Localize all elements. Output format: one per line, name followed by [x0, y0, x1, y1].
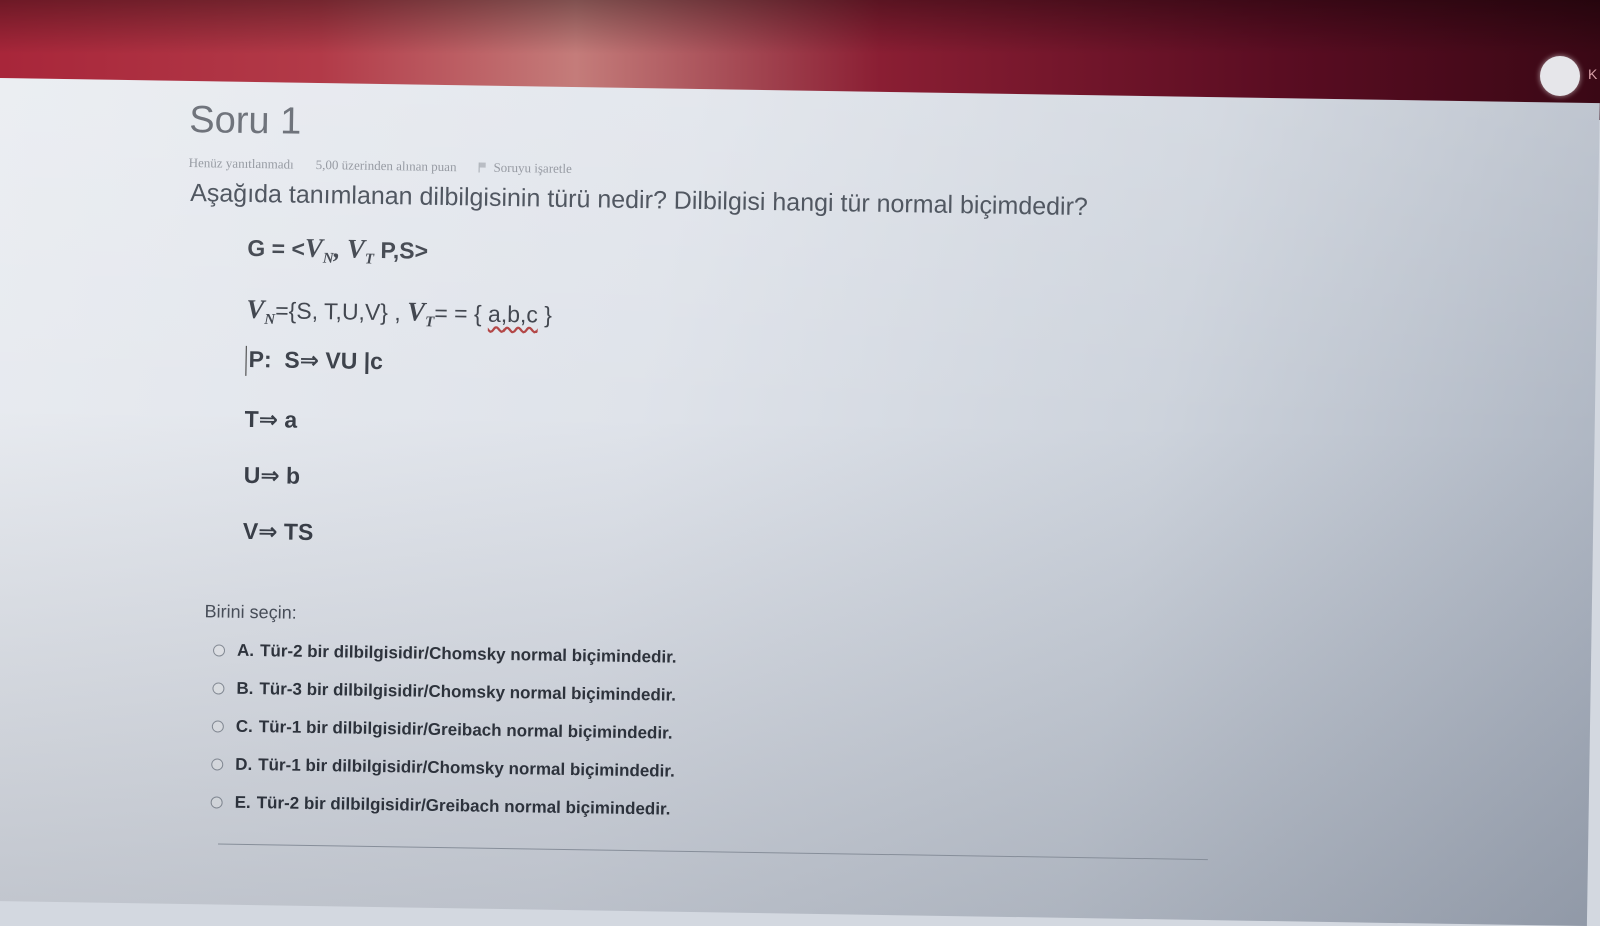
- subscript-n: N: [322, 250, 334, 267]
- user-menu-label[interactable]: K: [1588, 66, 1597, 82]
- grammar-g-suffix: P,S>: [373, 236, 429, 264]
- user-avatar[interactable]: [1540, 56, 1580, 96]
- equals-sign: =: [275, 297, 289, 324]
- productions-label: P:: [248, 346, 272, 373]
- option-e[interactable]: E. Tür-2 bir dilbilgisidir/Greibach norm…: [210, 783, 674, 828]
- rule-u: U⇒ b: [243, 461, 301, 489]
- grammar-comma: ,: [333, 233, 341, 264]
- subscript-n: N: [264, 311, 276, 328]
- radio-e[interactable]: [210, 796, 223, 809]
- terminal-set-open: = = {: [434, 299, 482, 327]
- terminal-set: a,b,c: [487, 300, 539, 328]
- subscript-t: T: [364, 251, 375, 268]
- option-letter: C.: [235, 716, 253, 737]
- question-title: Soru 1: [189, 98, 302, 143]
- production-u: U⇒ b: [244, 462, 301, 490]
- radio-b[interactable]: [212, 682, 225, 695]
- question-info: Henüz yanıtlanmadı 5,00 üzerinden alınan…: [189, 155, 572, 177]
- question-text: Aşağıda tanımlanan dilbilgisinin türü ne…: [189, 179, 1089, 222]
- answer-options: A. Tür-2 bir dilbilgisidir/Chomsky norma…: [210, 631, 677, 828]
- subscript-t: T: [424, 314, 435, 331]
- symbol-v: V: [304, 232, 324, 264]
- option-letter: A.: [236, 640, 255, 661]
- nonterminal-set: {S, T,U,V}: [288, 297, 389, 326]
- production-s: P: S⇒ VU |c: [245, 345, 384, 378]
- question-status: Henüz yanıtlanmadı: [188, 154, 294, 172]
- grammar-g-prefix: G = <: [247, 234, 306, 262]
- production-v: V⇒ TS: [243, 518, 314, 546]
- production-t: T⇒ a: [244, 406, 297, 434]
- option-letter: D.: [235, 754, 253, 775]
- rule-v: V⇒ TS: [242, 517, 314, 545]
- terminal-set-close: }: [544, 301, 553, 328]
- flag-icon: [478, 162, 488, 173]
- grammar-definition: G = <VN, VT P,S>: [247, 232, 428, 269]
- answer-prompt: Birini seçin:: [204, 601, 297, 623]
- option-label: Tür-3 bir dilbilgisidir/Chomsky normal b…: [259, 679, 677, 705]
- question-points: 5,00 üzerinden alınan puan: [315, 156, 457, 175]
- radio-c[interactable]: [211, 720, 224, 733]
- radio-a[interactable]: [212, 644, 226, 657]
- option-label: Tür-1 bir dilbilgisidir/Chomsky normal b…: [258, 755, 675, 781]
- option-label: Tür-1 bir dilbilgisidir/Greibach normal …: [258, 717, 673, 743]
- question-content: Soru 1 Henüz yanıtlanmadı 5,00 üzerinden…: [0, 78, 1600, 926]
- text-cursor: [245, 345, 247, 376]
- set-separator: ,: [387, 299, 408, 326]
- flag-question-label: Soruyu işaretle: [493, 159, 572, 176]
- radio-d[interactable]: [211, 758, 224, 771]
- section-divider: [217, 843, 1208, 861]
- symbol-v: V: [246, 293, 265, 325]
- rule-t: T⇒ a: [244, 405, 298, 433]
- alphabet-definition: VN={S, T,U,V} , VT= = { a,b,c }: [246, 294, 552, 333]
- rule-s: S⇒ VU |c: [284, 346, 384, 375]
- option-label: Tür-2 bir dilbilgisidir/Greibach normal …: [256, 793, 671, 819]
- flag-question-link[interactable]: Soruyu işaretle: [478, 160, 572, 177]
- symbol-v: V: [346, 233, 366, 264]
- option-letter: B.: [236, 678, 254, 699]
- option-label: Tür-2 bir dilbilgisidir/Chomsky normal b…: [259, 641, 677, 667]
- option-letter: E.: [234, 792, 251, 813]
- symbol-v: V: [406, 296, 426, 327]
